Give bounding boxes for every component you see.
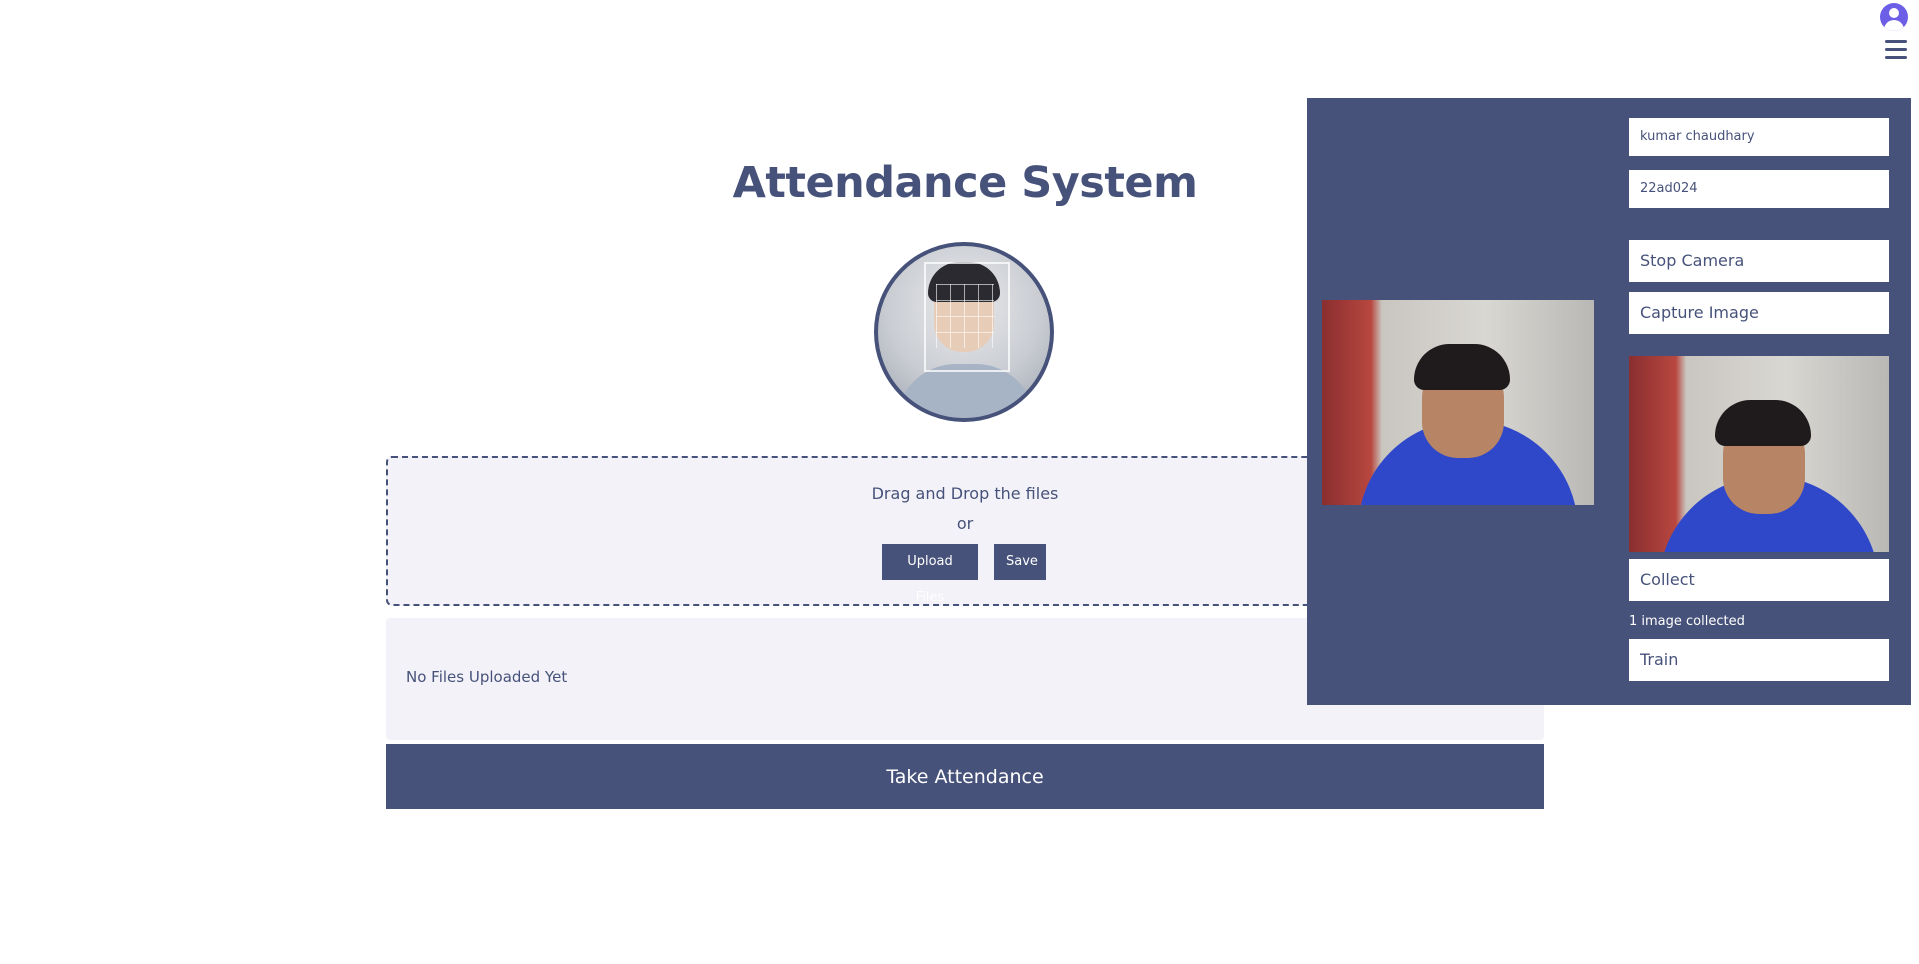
hamburger-menu-icon[interactable]	[1885, 40, 1907, 60]
student-id-field[interactable]	[1629, 170, 1889, 208]
stop-camera-button[interactable]: Stop Camera	[1629, 240, 1889, 282]
upload-files-button[interactable]: Upload Files	[882, 544, 978, 605]
captured-person-hair	[1715, 400, 1811, 446]
avatar-head	[1889, 8, 1899, 18]
menu-line	[1885, 48, 1907, 51]
save-button[interactable]: Save	[994, 544, 1046, 580]
user-avatar-icon[interactable]	[1880, 3, 1908, 31]
capture-image-button[interactable]: Capture Image	[1629, 292, 1889, 334]
name-field[interactable]	[1629, 118, 1889, 156]
capture-panel: Stop Camera Capture Image Collect 1 imag…	[1307, 98, 1911, 705]
take-attendance-button[interactable]: Take Attendance	[386, 744, 1544, 809]
no-files-text: No Files Uploaded Yet	[406, 668, 568, 686]
collect-button[interactable]: Collect	[1629, 559, 1889, 601]
menu-line	[1885, 40, 1907, 43]
camera-video-feed	[1322, 300, 1594, 505]
face-scan-frame	[924, 262, 1010, 372]
feed-person-hair	[1414, 344, 1510, 390]
train-button[interactable]: Train	[1629, 639, 1889, 681]
collection-status: 1 image collected	[1629, 614, 1745, 629]
face-recognition-image	[874, 242, 1054, 422]
menu-line	[1885, 56, 1907, 59]
avatar-body	[1884, 20, 1904, 31]
page-title: Attendance System	[732, 158, 1198, 208]
captured-image	[1629, 356, 1889, 552]
image-uniform	[896, 364, 1036, 418]
